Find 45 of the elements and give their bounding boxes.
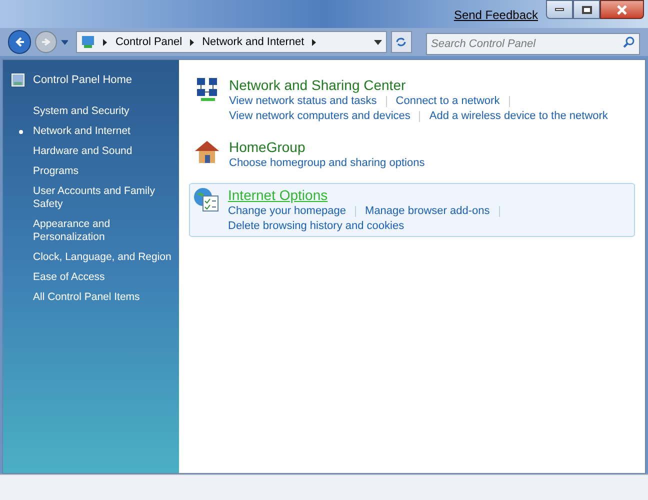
sidebar-link[interactable]: Programs (33, 164, 179, 178)
task-link[interactable]: Manage browser add-ons (365, 204, 490, 219)
sidebar-link[interactable]: All Control Panel Items (33, 290, 179, 304)
task-link[interactable]: Add a wireless device to the network (429, 109, 608, 124)
category-title-link[interactable]: HomeGroup (229, 138, 425, 156)
search-icon (623, 36, 636, 48)
forward-arrow-icon (41, 37, 51, 47)
task-link[interactable]: Delete browsing history and cookies (228, 219, 404, 234)
chevron-icon[interactable] (312, 38, 316, 46)
category-title-link[interactable]: Network and Sharing Center (229, 76, 608, 94)
sidebar-link[interactable]: User Accounts and Family Safety (33, 184, 179, 210)
task-link[interactable]: Choose homegroup and sharing options (229, 156, 425, 171)
sidebar-link[interactable]: Appearance and Personalization (33, 218, 179, 244)
control-panel-icon (11, 73, 25, 88)
task-link[interactable]: Connect to a network (396, 94, 500, 109)
house-icon (193, 138, 221, 166)
task-link[interactable]: View network status and tasks (229, 94, 377, 109)
maximize-icon (582, 6, 592, 14)
back-button[interactable] (8, 30, 32, 54)
close-icon (616, 4, 628, 14)
back-arrow-icon (14, 36, 26, 48)
maximize-button[interactable] (573, 0, 600, 19)
chevron-icon[interactable] (190, 38, 194, 46)
address-bar[interactable]: Control Panel Network and Internet (76, 31, 387, 53)
chevron-icon[interactable] (103, 38, 108, 46)
sidebar-link[interactable]: System and Security (33, 104, 179, 118)
minimize-button[interactable] (546, 0, 573, 19)
send-feedback-link[interactable]: Send Feedback (454, 6, 538, 24)
dropdown-arrow-icon[interactable] (374, 40, 382, 44)
refresh-icon (395, 36, 408, 48)
breadcrumb[interactable]: Control Panel (115, 34, 182, 50)
task-link[interactable]: View network computers and devices (229, 109, 410, 124)
globe-checklist-icon (192, 186, 220, 214)
sidebar-link[interactable]: Control Panel Home (33, 72, 132, 88)
control-panel-icon (81, 35, 96, 49)
close-button[interactable] (600, 0, 644, 19)
search-field[interactable]: Search Control Panel (426, 33, 640, 55)
breadcrumb[interactable]: Network and Internet (202, 34, 304, 50)
refresh-button[interactable] (390, 31, 412, 53)
sidebar-link[interactable]: Ease of Access (33, 270, 179, 284)
sidebar-link[interactable]: Hardware and Sound (33, 144, 179, 158)
minimize-icon (555, 8, 564, 11)
sidebar-link[interactable]: Clock, Language, and Region (33, 250, 179, 264)
task-link[interactable]: Change your homepage (228, 204, 346, 219)
sidebar-link[interactable]: Network and Internet (33, 124, 179, 138)
